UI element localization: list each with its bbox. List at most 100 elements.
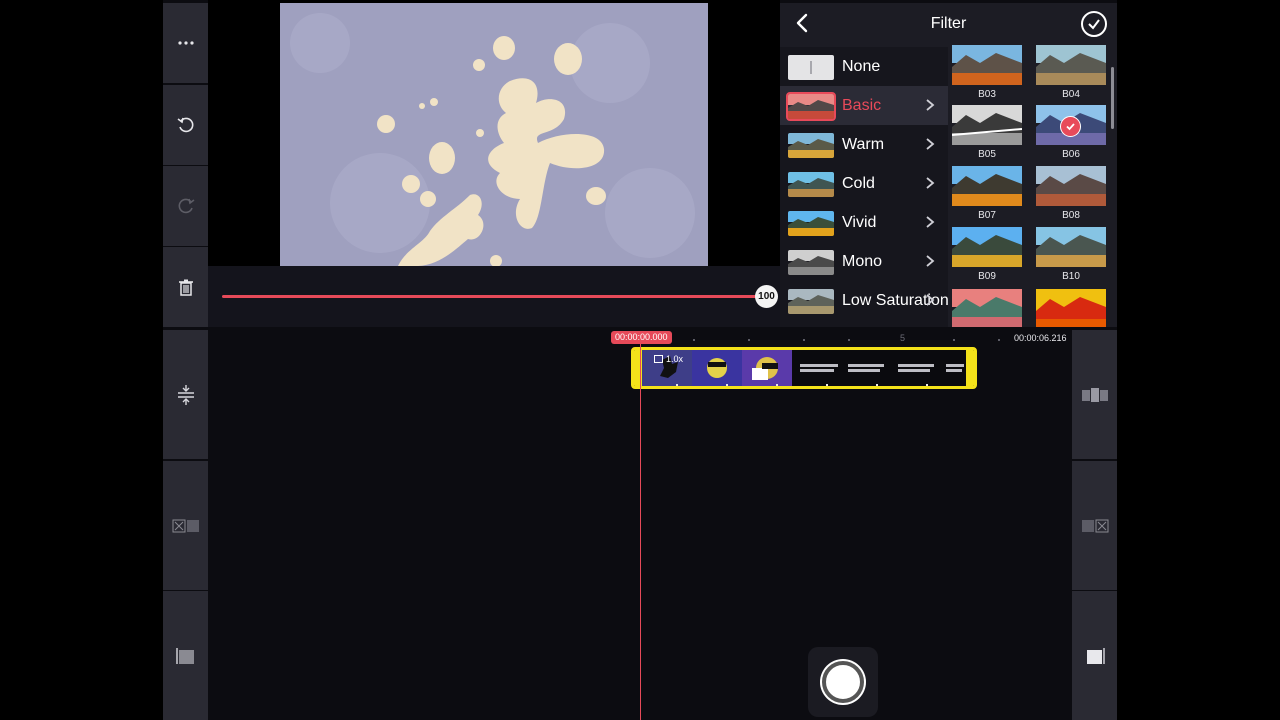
- filter-category-low-saturation[interactable]: Low Saturation: [780, 281, 949, 320]
- chevron-right-icon: [926, 294, 935, 306]
- intensity-slider-track[interactable]: [222, 295, 765, 298]
- category-thumbnail: [788, 133, 834, 158]
- clip-speed-label: 1.0x: [666, 354, 684, 364]
- filter-b10[interactable]: [1036, 227, 1106, 267]
- playhead[interactable]: [640, 343, 641, 720]
- filter-category-cold[interactable]: Cold: [780, 164, 948, 203]
- intensity-slider[interactable]: 100: [208, 266, 780, 327]
- jump-end-icon: [1081, 519, 1108, 532]
- category-label: None: [842, 58, 881, 75]
- category-label: Basic: [842, 97, 882, 114]
- ruler-tick: [953, 339, 955, 341]
- filter-category-none[interactable]: None: [780, 47, 948, 86]
- chevron-right-icon: [926, 99, 935, 111]
- filter-category-warm[interactable]: Warm: [780, 125, 948, 164]
- category-thumbnail: [788, 289, 834, 314]
- category-label: Warm: [842, 136, 885, 153]
- filter-b06[interactable]: [1036, 105, 1106, 145]
- filter-b11[interactable]: [952, 289, 1022, 327]
- checkmark-circle-icon: [1088, 19, 1100, 30]
- chevron-right-icon: [926, 216, 935, 228]
- selected-check-icon: [1060, 116, 1081, 137]
- timeline-right-toolbar: [1072, 327, 1117, 720]
- filter-category-vivid[interactable]: Vivid: [780, 203, 948, 242]
- total-duration: 00:00:06.216: [1014, 333, 1067, 343]
- filter-b08[interactable]: [1036, 166, 1106, 206]
- filter-title: Filter: [930, 15, 967, 32]
- filter-b05[interactable]: [952, 105, 1022, 145]
- filter-header: Filter: [780, 3, 1117, 43]
- clip-start-icon: [175, 647, 194, 664]
- filter-b03[interactable]: [952, 45, 1022, 85]
- filter-category-mono[interactable]: Mono: [780, 242, 948, 281]
- category-thumbnail: [788, 211, 834, 236]
- clip-end-icon: [1086, 647, 1105, 664]
- intensity-value: 100: [758, 291, 775, 302]
- undo-button[interactable]: [163, 85, 208, 165]
- clip-speed: 1.0x: [654, 354, 683, 364]
- confirm-button[interactable]: [1081, 11, 1107, 37]
- ruler-tick: [693, 339, 695, 341]
- video-clip[interactable]: 1.0x: [631, 347, 977, 389]
- filter-b12[interactable]: [1036, 289, 1106, 327]
- expand-vertical-icon: [177, 384, 194, 405]
- filter-category-list: None Basic Warm Cold Vivid Mono Low Satu…: [780, 47, 949, 327]
- track-height-button[interactable]: [163, 330, 208, 459]
- filter-category-basic[interactable]: Basic: [780, 86, 948, 125]
- filter-b07[interactable]: [952, 166, 1022, 206]
- timeline[interactable]: 00:00:00.000 00:00:06.216 5 1.0x: [208, 327, 1072, 720]
- clip-end-button[interactable]: [1072, 591, 1117, 720]
- filter-label: B05: [978, 149, 996, 160]
- redo-icon: [178, 198, 194, 214]
- preview-frame: [280, 3, 708, 266]
- category-thumbnail: [788, 55, 834, 80]
- ruler-tick: [848, 339, 850, 341]
- filter-b04[interactable]: [1036, 45, 1106, 85]
- layer-add-icon: [1081, 387, 1108, 402]
- add-layer-button[interactable]: [1072, 330, 1117, 459]
- filter-label: B03: [978, 89, 996, 100]
- current-time: 00:00:00.000: [611, 331, 672, 344]
- category-label: Vivid: [842, 214, 877, 231]
- clip-trim-handle-right[interactable]: [966, 350, 974, 386]
- left-toolbar: [163, 0, 208, 327]
- record-icon: [822, 661, 864, 703]
- filter-label: B07: [978, 210, 996, 221]
- ruler-tick: [803, 339, 805, 341]
- film-icon: [654, 355, 663, 363]
- clip-start-button[interactable]: [163, 591, 208, 720]
- chevron-right-icon: [926, 255, 935, 267]
- preview-image: [280, 3, 708, 266]
- video-preview[interactable]: [208, 0, 780, 266]
- category-thumbnail: [788, 172, 834, 197]
- timeline-left-toolbar: [163, 327, 208, 720]
- ruler-tick: [998, 339, 1000, 341]
- redo-button[interactable]: [163, 166, 208, 246]
- filter-grid-scrollbar[interactable]: [1111, 67, 1114, 129]
- ruler-label: 5: [900, 333, 906, 343]
- video-editor: 100 Filter None Basic Warm Cold Vivid Mo…: [163, 0, 1117, 720]
- delete-button[interactable]: [163, 247, 208, 327]
- undo-icon: [177, 117, 193, 133]
- more-button[interactable]: [163, 3, 208, 83]
- chevron-right-icon: [926, 138, 935, 150]
- trash-icon: [178, 279, 193, 296]
- intensity-slider-knob[interactable]: 100: [755, 285, 778, 308]
- jump-to-start-button[interactable]: [163, 461, 208, 590]
- filter-label: B06: [1062, 149, 1080, 160]
- more-icon: [177, 41, 194, 45]
- category-label: Mono: [842, 253, 883, 270]
- record-button[interactable]: [808, 647, 878, 717]
- category-thumbnail: [788, 250, 834, 275]
- filter-label: B09: [978, 271, 996, 282]
- jump-to-end-button[interactable]: [1072, 461, 1117, 590]
- clip-thumbnail-strip: 1.0x: [642, 350, 966, 386]
- jump-start-icon: [172, 519, 199, 532]
- category-label: Cold: [842, 175, 875, 192]
- filter-grid: B03 B04 B05 B06 B07 B08 B09 B10: [948, 43, 1117, 327]
- chevron-right-icon: [926, 177, 935, 189]
- category-thumbnail: [786, 92, 836, 121]
- filter-panel: Filter None Basic Warm Cold Vivid Mono L…: [780, 3, 1117, 327]
- ruler-tick: [748, 339, 750, 341]
- filter-b09[interactable]: [952, 227, 1022, 267]
